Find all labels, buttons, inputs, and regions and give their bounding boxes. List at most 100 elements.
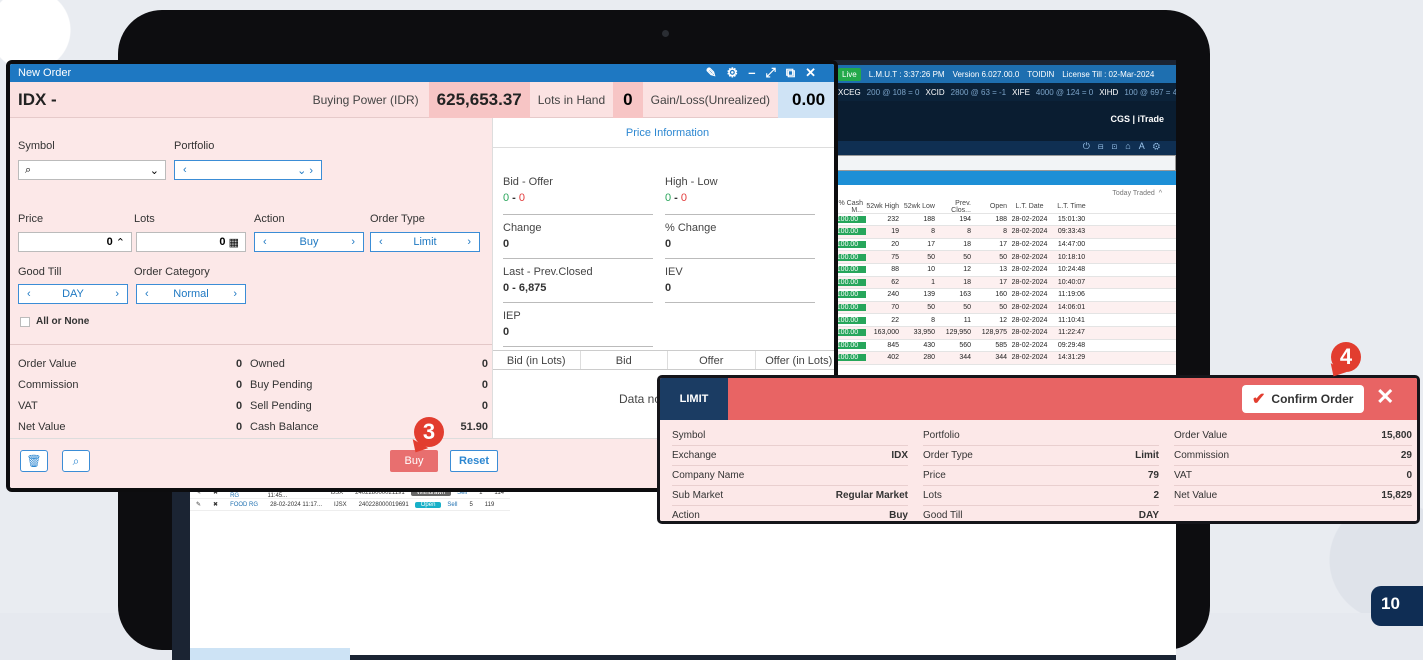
table-cell: 28-02-2024 bbox=[1011, 291, 1048, 299]
table-cell: 14:47:00 bbox=[1057, 241, 1086, 249]
table-cell: 50 bbox=[999, 304, 1007, 312]
table-cell: 344 bbox=[959, 354, 971, 362]
edit-icon[interactable]: ✎ bbox=[190, 501, 207, 508]
depth-header: Offer (in Lots) bbox=[756, 351, 835, 369]
confirm-row: Order Value 15,800 bbox=[1174, 426, 1412, 446]
table-cell: 28-02-2024 bbox=[1011, 228, 1048, 236]
cancel-icon[interactable]: ✖ bbox=[207, 501, 224, 508]
table-cell: 14:31:29 bbox=[1057, 354, 1086, 362]
order-id: 240228000019691 bbox=[358, 501, 409, 508]
last-prev-label: Last - Prev.Closed bbox=[503, 266, 593, 278]
high-low-cell: High - Low 0 - 0 bbox=[665, 176, 718, 204]
confirm-row: Company Name bbox=[672, 466, 908, 486]
table-cell: 10 bbox=[927, 266, 935, 274]
confirm-value: 79 bbox=[1147, 470, 1159, 481]
divider bbox=[503, 302, 653, 303]
confirm-row: VAT 0 bbox=[1174, 466, 1412, 486]
search-icon[interactable]: ⌕ bbox=[62, 450, 90, 472]
confirm-value: Limit bbox=[1135, 450, 1159, 461]
summary-label: Net Value bbox=[18, 421, 66, 433]
table-cell: 18 bbox=[963, 278, 971, 286]
confirm-label: VAT bbox=[1174, 470, 1192, 481]
order-side: Sell bbox=[447, 501, 458, 508]
symbol-input[interactable]: ⌕ ⌄ bbox=[18, 160, 166, 180]
action-select[interactable]: ‹ Buy › bbox=[254, 232, 364, 252]
table-cell: 128,975 bbox=[981, 329, 1007, 337]
summary-label: VAT bbox=[18, 400, 38, 412]
confirm-row: Commission 29 bbox=[1174, 446, 1412, 466]
divider bbox=[665, 214, 815, 215]
lots-input[interactable]: 0 ▦ bbox=[136, 232, 246, 252]
table-cell: 50 bbox=[963, 253, 971, 261]
order-qty: 5 bbox=[469, 501, 473, 508]
portfolio-select[interactable]: ‹ ⌄ › bbox=[174, 160, 322, 180]
buying-power-label: Buying Power (IDR) bbox=[312, 92, 419, 107]
table-cell: 344 bbox=[995, 354, 1007, 362]
table-cell: 28-02-2024 bbox=[1011, 253, 1048, 261]
order-category-select[interactable]: ‹ Normal › bbox=[136, 284, 246, 304]
iev-cell: IEV 0 bbox=[665, 266, 683, 294]
window-controls[interactable]: ✎⚙–⤢⧉✕ bbox=[706, 65, 826, 81]
ticker-symbol: XIFE bbox=[1012, 87, 1030, 97]
table-cell: 50 bbox=[927, 304, 935, 312]
market-depth-header: Bid (in Lots) Bid Offer Offer (in Lots) bbox=[493, 350, 835, 370]
table-cell: 28-02-2024 bbox=[1011, 341, 1048, 349]
iep-cell: IEP 0 bbox=[503, 310, 521, 338]
buy-button[interactable]: Buy bbox=[390, 450, 438, 472]
table-row: 100.00 19 8 8 8 28-02-2024 09:33:43 bbox=[832, 226, 1176, 239]
table-cell: 8 bbox=[967, 228, 971, 236]
table-cell: 280 bbox=[923, 354, 935, 362]
price-stepper[interactable]: 0 ⌃ bbox=[18, 232, 132, 252]
portfolio-label: Portfolio bbox=[174, 140, 215, 152]
confirm-order-dialog: LIMIT ✔ Confirm Order ✕ Symbol Exchange IDX… bbox=[657, 375, 1420, 524]
summary-label-2: Buy Pending bbox=[250, 379, 313, 391]
gain-loss-value: 0.00 bbox=[778, 81, 834, 118]
iev-value: 0 bbox=[665, 282, 672, 294]
action-value: Buy bbox=[299, 236, 319, 248]
search-bar[interactable] bbox=[832, 155, 1176, 171]
summary-value-2: 0 bbox=[481, 379, 488, 391]
table-cell: 09:33:43 bbox=[1057, 228, 1086, 236]
status-badge: Open bbox=[414, 501, 442, 508]
table-cell: 17 bbox=[999, 241, 1007, 249]
all-or-none-checkbox[interactable]: All or None bbox=[20, 316, 89, 327]
good-till-select[interactable]: ‹ DAY › bbox=[18, 284, 128, 304]
table-cell: 11:10:41 bbox=[1058, 316, 1085, 324]
order-type-select[interactable]: ‹ Limit › bbox=[370, 232, 480, 252]
divider bbox=[503, 258, 653, 259]
basket-icon[interactable]: 🗑 bbox=[20, 450, 48, 472]
toolbar-icons[interactable]: ⏻⊟⊡⌂A⚙ bbox=[832, 141, 1176, 155]
good-till-label: Good Till bbox=[18, 266, 62, 278]
table-cell: 194 bbox=[959, 215, 971, 223]
confirm-label: Order Value bbox=[1174, 430, 1228, 441]
table-cell: 8 bbox=[1003, 228, 1007, 236]
all-or-none-label: All or None bbox=[36, 316, 90, 327]
confirm-order-button[interactable]: ✔ Confirm Order bbox=[1242, 385, 1364, 413]
order-summary-header: IDX - Buying Power (IDR) 625,653.37 Lots… bbox=[10, 81, 834, 118]
table-cell: 28-02-2024 bbox=[1011, 278, 1048, 286]
ticker-symbol: XCID bbox=[925, 87, 945, 97]
confirm-order-label: Confirm Order bbox=[1271, 392, 1354, 406]
column-header: Prev. Clos... bbox=[951, 199, 971, 214]
summary-row: Order Value 0 Owned 0 bbox=[18, 358, 488, 370]
table-cell: 33,950 bbox=[913, 329, 935, 337]
table-cell: 10:18:10 bbox=[1057, 253, 1086, 261]
summary-value: 0 bbox=[236, 379, 243, 391]
low-value: 0 bbox=[680, 192, 688, 204]
confirm-value: IDX bbox=[891, 450, 908, 461]
confirm-label: Price bbox=[923, 470, 946, 481]
page-number: 10 bbox=[1371, 586, 1423, 626]
today-traded-toggle[interactable]: Today Traded ^ bbox=[832, 185, 1176, 201]
table-row: 100.00 402 280 344 344 28-02-2024 14:31:29 bbox=[832, 352, 1176, 365]
table-cell: 188 bbox=[995, 215, 1007, 223]
confirm-row: Net Value 15,829 bbox=[1174, 486, 1412, 506]
divider bbox=[503, 214, 653, 215]
reset-button[interactable]: Reset bbox=[450, 450, 498, 472]
table-cell: 50 bbox=[927, 253, 935, 261]
confirm-row: Action Buy bbox=[672, 506, 908, 521]
bottom-tab[interactable] bbox=[190, 648, 350, 660]
table-cell: 28-02-2024 bbox=[1011, 241, 1048, 249]
close-icon[interactable]: ✕ bbox=[1376, 384, 1394, 410]
table-cell: 8 bbox=[931, 316, 935, 324]
last-prev-cell: Last - Prev.Closed 0 - 6,875 bbox=[503, 266, 593, 294]
